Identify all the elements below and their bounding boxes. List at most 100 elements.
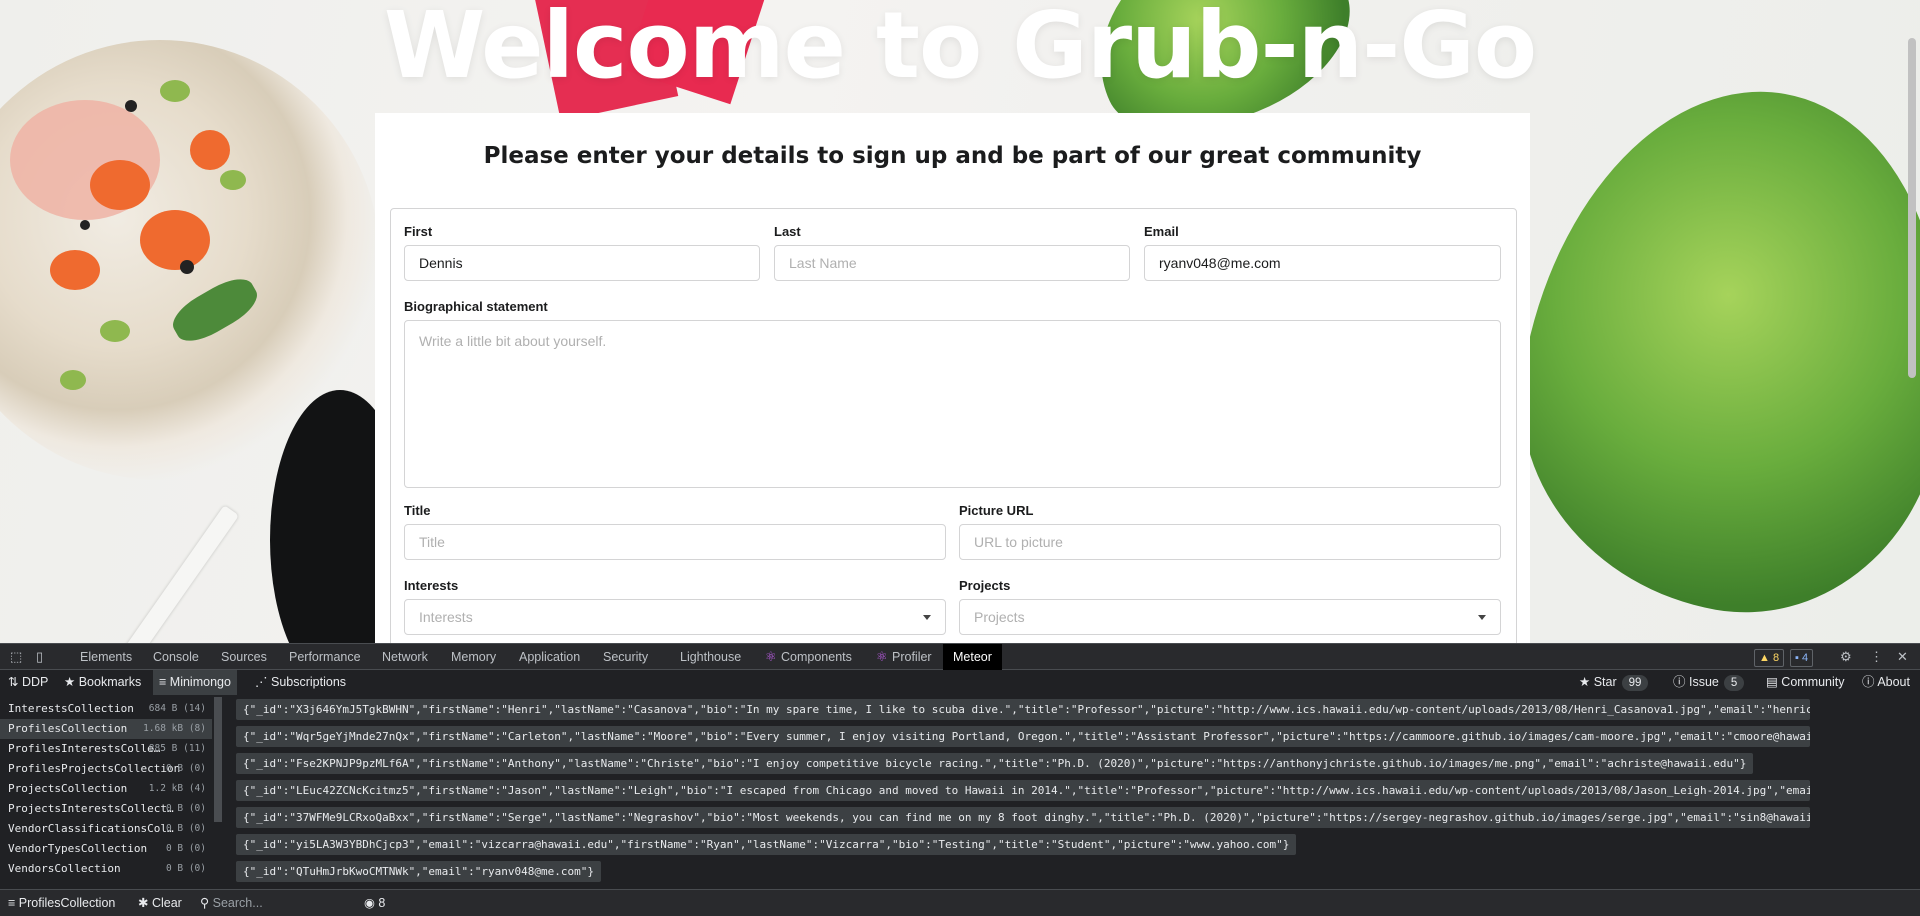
hero-title: Welcome to Grub-n-Go [383,0,1537,99]
collection-size: 0 B (0) [165,803,206,814]
issue-count: 5 [1723,675,1745,691]
document-row[interactable]: {"_id":"QTuHmJrbKwoCMTNWk","email":"ryan… [236,861,601,882]
devtools-panel: ⬚ ▯ Elements Console Sources Performance… [0,643,1920,916]
projects-placeholder: Projects [974,609,1025,625]
collection-size: 1.2 kB (4) [148,783,206,794]
first-name-label: First [404,224,433,239]
document-row[interactable]: {"_id":"X3j646YmJ5TgkBWHN","firstName":"… [236,699,1810,720]
inspect-element-icon[interactable]: ⬚ [10,650,24,664]
community-label: Community [1781,675,1845,689]
messages-count: 4 [1801,652,1809,664]
tab-components[interactable]: Components [781,644,852,670]
react-icon: ⚛ [876,649,888,664]
email-input[interactable]: ryanv048@me.com [1144,245,1501,281]
document-count: ◉ 8 [364,890,385,916]
database-icon: ≡ [8,896,16,910]
tab-network[interactable]: Network [382,644,428,670]
collection-name: ProjectsCollection [8,782,128,795]
collection-item[interactable]: InterestsCollection 684 B (14) [0,699,212,719]
tab-lighthouse[interactable]: Lighthouse [680,644,741,670]
document-row[interactable]: {"_id":"Fse2KPNJP9pzMLf6A","firstName":"… [236,753,1754,774]
document-row[interactable]: {"_id":"yi5LA3W3YBDhCjcp3","email":"vizc… [236,834,1297,855]
document-count-value: 8 [378,896,386,910]
chat-icon: ▤ [1766,675,1778,689]
collection-item[interactable]: ProfilesProjectsCollection 0 B (0) [0,759,212,779]
collection-size: 0 B (0) [165,823,206,834]
tab-security[interactable]: Security [603,644,648,670]
tab-profiler[interactable]: Profiler [892,644,932,670]
bookmarks-tab[interactable]: ★ Bookmarks [64,670,141,695]
collection-size: 0 B (0) [165,863,206,874]
tab-meteor[interactable]: Meteor [943,644,1002,670]
collection-name: ProfilesCollection [8,722,128,735]
interests-select[interactable]: Interests [404,599,946,635]
bio-label: Biographical statement [404,299,548,314]
about-label: About [1877,675,1910,689]
tab-console[interactable]: Console [153,644,199,670]
search-input[interactable]: Search... [213,896,263,910]
projects-select[interactable]: Projects [959,599,1501,635]
settings-gear-icon[interactable]: ⚙ [1840,650,1854,664]
star-icon: ★ [64,675,76,689]
collection-name: ProjectsInterestsCollect… [8,802,174,815]
document-row[interactable]: {"_id":"Wqr5geYjMnde27nQx","firstName":"… [236,726,1810,747]
messages-badge[interactable]: ▪ 4 [1790,649,1814,667]
device-toolbar-icon[interactable]: ▯ [36,650,50,664]
last-name-input[interactable]: Last Name [774,245,1130,281]
collection-item[interactable]: ProfilesInterestsColle… 885 B (11) [0,739,212,759]
monstera-leaf-image [1488,57,1920,643]
collection-item[interactable]: VendorClassificationsCol… 0 B (0) [0,819,212,839]
projects-label: Projects [959,578,1011,593]
clear-button[interactable]: ✱ Clear [138,890,182,916]
collection-item[interactable]: ProjectsCollection 1.2 kB (4) [0,779,212,799]
picture-url-label: Picture URL [959,503,1034,518]
warnings-badge[interactable]: ▲ 8 [1754,649,1785,667]
page-scrollbar[interactable] [1908,38,1916,378]
subscriptions-label: Subscriptions [270,675,347,689]
collection-name: VendorsCollection [8,862,121,875]
collection-name: ProfilesProjectsCollection [8,762,181,775]
devtools-tabbar: ⬚ ▯ Elements Console Sources Performance… [0,643,1920,670]
tab-performance[interactable]: Performance [289,644,361,670]
collection-size: 0 B (0) [165,843,206,854]
database-icon: ≡ [159,675,167,689]
collection-item[interactable]: ProjectsInterestsCollect… 0 B (0) [0,799,212,819]
about-link[interactable]: ⓘ About [1862,670,1910,695]
first-name-input[interactable]: Dennis [404,245,760,281]
search-field[interactable]: ⚲ Search... [200,890,263,916]
star-button[interactable]: ★ Star 99 [1579,670,1649,695]
collection-name: VendorClassificationsCol… [8,822,174,835]
tab-memory[interactable]: Memory [451,644,496,670]
subscriptions-tab[interactable]: ⋰ Subscriptions [255,670,346,695]
ddp-tab[interactable]: ⇅ DDP [8,670,48,695]
title-label: Title [404,503,431,518]
collection-item-selected[interactable]: ProfilesCollection 1.68 kB (8) [0,719,212,739]
picture-url-input[interactable]: URL to picture [959,524,1501,560]
close-icon[interactable]: ✕ [1897,650,1911,664]
collections-scrollbar[interactable] [214,697,222,822]
page-viewport: Welcome to Grub-n-Go Please enter your d… [0,0,1920,643]
collection-name: VendorTypesCollection [8,842,148,855]
community-link[interactable]: ▤ Community [1766,670,1845,695]
clear-icon: ✱ [138,896,149,910]
document-row[interactable]: {"_id":"LEuc42ZCNcKcitmz5","firstName":"… [236,780,1810,801]
clear-label: Clear [151,896,182,910]
bio-textarea[interactable]: Write a little bit about yourself. [404,320,1501,488]
collection-item[interactable]: VendorsCollection 0 B (0) [0,859,212,879]
title-input[interactable]: Title [404,524,946,560]
minimongo-statusbar: ≡ ProfilesCollection ✱ Clear ⚲ Search...… [0,889,1920,916]
more-options-icon[interactable]: ⋮ [1870,650,1884,664]
issue-label: Issue [1689,675,1719,689]
issue-button[interactable]: ⓘ Issue 5 [1673,670,1745,695]
collection-item[interactable]: VendorTypesCollection 0 B (0) [0,839,212,859]
document-row[interactable]: {"_id":"37WFMe9LCRxoQaBxx","firstName":"… [236,807,1810,828]
tab-application[interactable]: Application [519,644,580,670]
bookmarks-label: Bookmarks [78,675,142,689]
email-label: Email [1144,224,1179,239]
warnings-count: 8 [1772,652,1780,664]
tab-elements[interactable]: Elements [80,644,132,670]
collection-size: 0 B (0) [165,763,206,774]
ddp-label: DDP [21,675,49,689]
minimongo-tab[interactable]: ≡ Minimongo [153,670,237,695]
tab-sources[interactable]: Sources [221,644,267,670]
